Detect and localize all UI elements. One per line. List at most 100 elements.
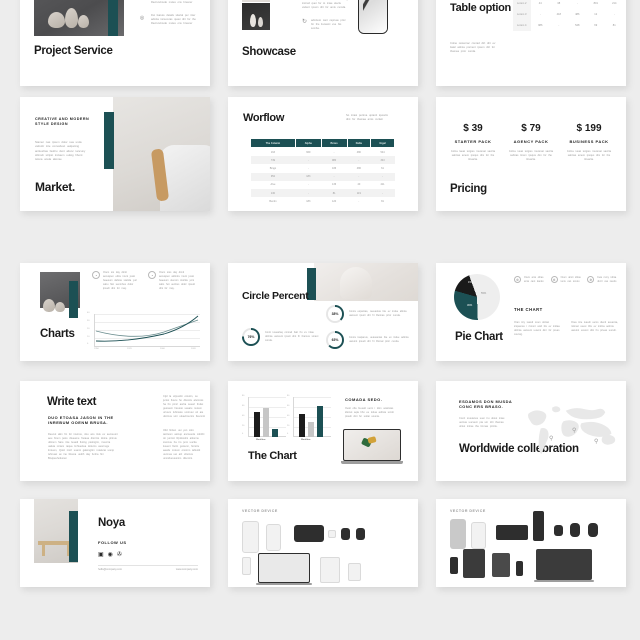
y-tick: 40 [242, 415, 245, 417]
line-chart: 40 30 20 10 0 1950 1970 2000 2020 [87, 312, 200, 350]
slide-project-service[interactable]: Project Service ⚑ Dui feature details si… [20, 0, 210, 86]
y-tick: 80 [242, 395, 245, 397]
twitter-icon[interactable]: ✇ [117, 551, 122, 558]
pricing-card[interactable]: $ 79 AGENCY PACK Colna iuuat tergies rou… [506, 123, 556, 162]
table-row: 749 - 980 - 343 [250, 156, 395, 165]
y-tick: 40 [287, 415, 290, 417]
slide-title: Showcase [242, 46, 296, 58]
slide-heading: THE CHART [514, 307, 543, 312]
slide-noya[interactable]: Noya FOLLOW US ▣ ◉ ✇ hello@company.com w… [20, 499, 210, 587]
slide-showcase[interactable]: Showcase ALL CREATIVE STYLISH AND DESIGN… [228, 0, 418, 86]
donut-desc: Conra ioapanus, ueieuanias bte ev indue … [349, 336, 409, 343]
slide-body: Niamer nas ipsum dolor sua unde valnuttr… [35, 140, 86, 162]
slide-title: The Chart [248, 450, 297, 462]
y-tick: 0 [242, 433, 244, 435]
slide-title: Pricing [450, 183, 487, 195]
data-table: Column 1 Column 2 Column 3 Column 4 Colu… [512, 0, 624, 31]
table-cell: 486 [575, 13, 580, 16]
laptop-mockup [341, 429, 403, 465]
plan-name: BUSINESS PACK [569, 139, 609, 144]
table-cell: 548 [575, 24, 580, 27]
table-cell: 749 [250, 156, 296, 165]
table-cell: 343 [370, 156, 395, 165]
slide-worflow[interactable]: Worflow So iniasi pertma uptanit iqusulm… [228, 97, 418, 211]
table-cell: - [539, 13, 541, 16]
slide-write-text[interactable]: Write text DUO ETOASA JASON IN THE INREB… [20, 381, 210, 481]
slide-market[interactable]: CREATIVE AND MODERN STYLE DESIGN Niamer … [20, 97, 210, 211]
table-row: Bingo - 436 486 61 [251, 164, 395, 172]
table-row: 952 183 - - - [250, 172, 395, 181]
x-tick: 2000 [160, 348, 165, 350]
table-row-label: Lorem 2 [512, 0, 531, 9]
donut-chart: 76% [242, 328, 260, 346]
slide-title: Circle Percent [242, 290, 309, 302]
x-tick: Workflow [256, 439, 266, 441]
slide-row-2: CREATIVE AND MODERN STYLE DESIGN Niamer … [0, 97, 640, 211]
slide-circle-percent[interactable]: Circle Percent 76% Conti iuseartaq conra… [228, 263, 418, 361]
table-cell: 61 [381, 166, 384, 170]
dribbble-icon[interactable]: ◉ [108, 551, 113, 558]
slide-title: Table option [450, 2, 511, 14]
feature-text: Feia rumy idinia dicrtr cas nando [597, 276, 617, 283]
slide-the-chart[interactable]: 80 60 40 20 0 Workflow 80 60 40 20 0 Wor… [228, 381, 418, 481]
slide-vector-device-1[interactable]: VECTOR DEVICE [228, 499, 418, 587]
table-cell: - [358, 199, 360, 203]
contact-email[interactable]: hello@company.com [98, 568, 122, 572]
y-tick: 10 [87, 336, 90, 338]
slide-heading: COMADA SEDO. [345, 397, 383, 402]
table-cell: - [295, 156, 322, 165]
phone-mockup [358, 0, 388, 34]
table-cell: 986 [538, 24, 543, 27]
table-cell: - [307, 183, 309, 187]
slide-title: Market. [35, 180, 75, 194]
target-icon: ◎ [139, 15, 145, 22]
table-cell: 214 [612, 2, 617, 5]
map-pin-icon: ⚲ [572, 428, 577, 434]
y-tick: 60 [242, 405, 245, 407]
table-cell: 44 [538, 2, 542, 5]
table-cell: 436 [332, 166, 337, 170]
slide-title: Pie Chart [455, 331, 503, 343]
body-column: Olid finiten uui yen siiro iacirusm asin… [163, 429, 205, 461]
plan-price: $ 39 [463, 123, 483, 134]
chart-circle-icon: ◔ [148, 271, 156, 279]
pricing-card[interactable]: $ 199 BUSINESS PACK Colna iuuat tergies … [564, 123, 614, 162]
table-col-header: Alpha [294, 138, 322, 148]
pie-chart: 55% 30% 15% [454, 274, 500, 320]
slide-body: Conri iouuianus uuei tru uloiui iniau ue… [459, 417, 505, 429]
contact-website[interactable]: www.company.com [176, 568, 198, 572]
table-cell: 163 [270, 150, 276, 154]
donut-value: 76% [244, 330, 258, 344]
feature-text: Orem ioss day dimit acouspen adimtre inu… [159, 271, 195, 290]
slide-row-5: Noya FOLLOW US ▣ ◉ ✇ hello@company.com w… [0, 499, 640, 587]
table-cell: Bingo [269, 166, 277, 170]
table-col-header: Gigal [370, 138, 395, 148]
slide-pricing[interactable]: $ 39 STARTER PACK Colna lauat tergies ro… [436, 97, 626, 211]
x-tick: 1950 [94, 348, 99, 350]
slide-body: Colne resienrac conrad dirt dirt ev itat… [450, 42, 496, 54]
slide-vector-device-2[interactable]: VECTOR DEVICE [436, 499, 626, 587]
y-tick: 20 [87, 328, 90, 330]
slide-table-option[interactable]: Table option Colne resienrac conrad dirt… [436, 0, 626, 86]
slide-heading: CREATIVE AND MODERN STYLE DESIGN [35, 117, 90, 126]
table-cell: 81 [321, 188, 348, 198]
slide-worldwide[interactable]: ESDAMOS DON MUSDA CONC ERS BRASO. Conri … [436, 381, 626, 481]
slide-title: Worflow [243, 112, 285, 124]
pie-label: 30% [467, 304, 473, 307]
table-cell: - [295, 188, 322, 198]
slide-pie-chart[interactable]: 55% 30% 15% Pie Chart ✲ Orem anis oliras… [436, 263, 626, 361]
slide-body: Sed interuspit sorrt i dam advalmeg inst… [302, 0, 348, 9]
donut-value: 38% [328, 307, 342, 321]
table-cell: - [370, 188, 395, 198]
slide-charts[interactable]: ◔ Orem ios day dimit acouspen elitre inu… [20, 263, 210, 361]
slide-title: Project Service [34, 45, 113, 57]
table-cell: 81 [381, 199, 384, 203]
instagram-icon[interactable]: ▣ [98, 551, 104, 558]
chart-circle-icon: ◔ [92, 271, 100, 279]
table-cell: 40 [357, 183, 361, 187]
pricing-card[interactable]: $ 39 STARTER PACK Colna lauat tergies ro… [448, 123, 498, 162]
body-column: Orea inte iuaudi uems dienit aceamia, ro… [571, 321, 618, 332]
pie-label: 15% [468, 281, 474, 284]
donut-desc: Conti iuseartaq conrad bait fro ev intau… [265, 331, 319, 342]
table-cell: 38 [557, 2, 561, 5]
